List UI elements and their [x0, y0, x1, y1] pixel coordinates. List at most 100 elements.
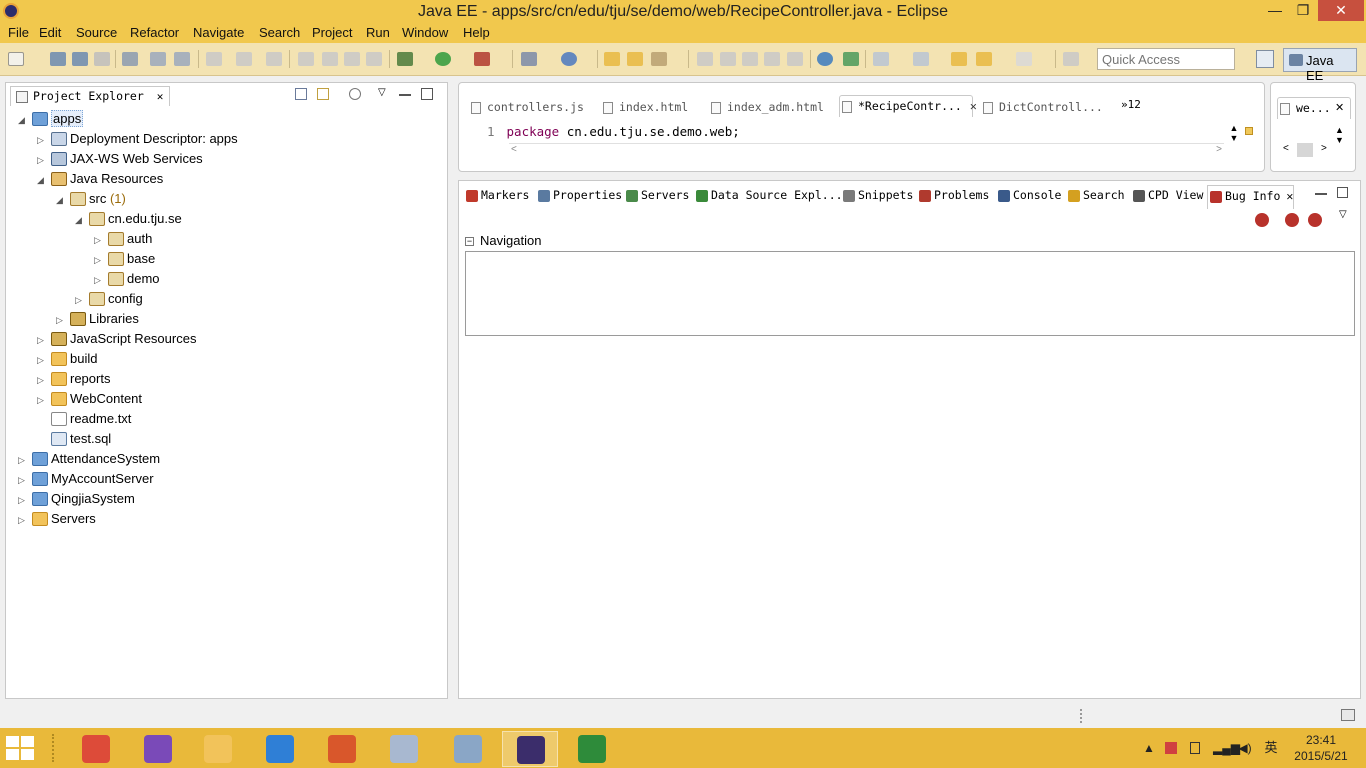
disconnect-icon[interactable] — [366, 52, 382, 66]
open-project-icon[interactable] — [627, 52, 643, 66]
perspective-java-ee-button[interactable]: Java EE — [1283, 48, 1357, 83]
panel-tab[interactable]: Markers — [464, 188, 529, 208]
menu-project[interactable]: Project — [312, 25, 352, 40]
panel-tab[interactable]: CPD View — [1131, 188, 1203, 208]
expanded-arrow-icon[interactable]: ◢ — [56, 190, 66, 210]
quick-access-input[interactable] — [1097, 48, 1235, 70]
collapsed-arrow-icon[interactable]: ▷ — [37, 330, 47, 350]
edit-icon[interactable] — [720, 52, 736, 66]
menu-run[interactable]: Run — [366, 25, 390, 40]
scroll-thumb[interactable] — [1297, 143, 1313, 157]
next-annotation-icon[interactable] — [873, 52, 889, 66]
print-icon[interactable] — [94, 52, 110, 66]
tree-item[interactable]: ▷ JAX-WS Web Services — [37, 149, 203, 169]
tree-item[interactable]: ◢ Java Resources — [37, 169, 163, 189]
menu-source[interactable]: Source — [76, 25, 117, 40]
menu-refactor[interactable]: Refactor — [130, 25, 179, 40]
show-hidden-icons-chevron[interactable]: ▲ — [1142, 742, 1156, 754]
taskbar-app-monitor[interactable] — [440, 731, 496, 767]
editor-tab[interactable]: index.html — [601, 97, 688, 119]
last-edit-icon[interactable] — [951, 52, 967, 66]
taskbar-app-eclipse-java-ee[interactable] — [502, 731, 558, 767]
new-server-icon[interactable] — [521, 52, 537, 66]
overview-ruler-marker[interactable] — [1245, 127, 1253, 135]
collapse-all-icon[interactable] — [295, 88, 307, 100]
minimize-view-icon[interactable] — [399, 88, 411, 96]
paragraph-icon[interactable] — [787, 52, 803, 66]
tree-item[interactable]: ▷ JavaScript Resources — [37, 329, 196, 349]
maximize-view-icon[interactable] — [421, 88, 433, 100]
panel-tab[interactable]: Data Source Expl... — [694, 188, 843, 208]
undo-icon[interactable] — [206, 52, 222, 66]
tree-item[interactable]: ▷ config — [75, 289, 143, 309]
tree-item[interactable]: readme.txt — [37, 409, 131, 429]
tree-item[interactable]: ▷ AttendanceSystem — [18, 449, 160, 469]
tree-item[interactable]: ▷ WebContent — [37, 389, 142, 409]
ime-indicator[interactable]: 英 — [1264, 741, 1278, 754]
power-icon[interactable] — [1190, 742, 1200, 754]
collapsed-arrow-icon[interactable]: ▷ — [37, 150, 47, 170]
collapsed-arrow-icon[interactable]: ▷ — [75, 290, 85, 310]
previous-annotation-icon[interactable] — [913, 52, 929, 66]
panel-tab[interactable]: Console — [996, 188, 1061, 208]
panel-tab[interactable]: Search — [1066, 188, 1125, 208]
scroll-right-icon[interactable]: > — [1321, 143, 1327, 154]
tree-item[interactable]: ◢ src (1) — [56, 189, 126, 209]
taskbar-app-file-explorer[interactable] — [190, 731, 246, 767]
globe-icon[interactable] — [817, 52, 833, 66]
expanded-arrow-icon[interactable]: ◢ — [75, 210, 85, 230]
sync-icon[interactable] — [843, 52, 859, 66]
editor-horizontal-scrollbar[interactable]: < > — [509, 143, 1224, 157]
forward-icon[interactable] — [1016, 52, 1032, 66]
notifications-icon[interactable] — [1341, 709, 1355, 721]
collapsed-arrow-icon[interactable]: ▷ — [18, 510, 28, 530]
editor-vertical-scrollbar[interactable]: ▲ ▼ — [1227, 123, 1241, 145]
tree-item[interactable]: ▷ Servers — [18, 509, 96, 529]
view-menu-chevron-icon[interactable]: ▽ — [378, 88, 390, 100]
panel-tab[interactable]: Bug Info ✕ — [1207, 185, 1295, 209]
taskbar-app-paint[interactable] — [376, 731, 432, 767]
redo-icon[interactable] — [236, 52, 252, 66]
tree-item[interactable]: ▷ build — [37, 349, 97, 369]
menu-navigate[interactable]: Navigate — [193, 25, 244, 40]
vertical-scroll-arrows-icon[interactable]: ▲ ▼ — [1335, 125, 1344, 145]
expanded-arrow-icon[interactable]: ◢ — [37, 170, 47, 190]
menu-search[interactable]: Search — [259, 25, 300, 40]
tree-item[interactable]: ▷ Libraries — [56, 309, 139, 329]
collapsed-arrow-icon[interactable]: ▷ — [94, 270, 104, 290]
debug-icon[interactable] — [397, 52, 413, 66]
maximize-button[interactable]: ❐ — [1290, 0, 1316, 21]
taskbar-app-powerpoint[interactable] — [314, 731, 370, 767]
editor-tab[interactable]: index_adm.html — [709, 97, 824, 119]
run-external-tools-icon[interactable] — [474, 52, 490, 66]
back-icon[interactable] — [976, 52, 992, 66]
navigation-section-header[interactable]: − Navigation — [465, 233, 541, 248]
editor-tab[interactable]: DictControll... — [981, 97, 1103, 119]
close-icon[interactable]: ✕ — [157, 90, 164, 103]
menu-window[interactable]: Window — [402, 25, 448, 40]
terminate-icon[interactable] — [344, 52, 360, 66]
panel-tab[interactable]: Properties — [536, 188, 622, 208]
open-folder-icon[interactable] — [604, 52, 620, 66]
minimize-view-icon[interactable] — [1315, 187, 1327, 195]
volume-icon[interactable]: ◀) — [1238, 742, 1252, 754]
menu-file[interactable]: File — [8, 25, 29, 40]
collapsed-arrow-icon[interactable]: ▷ — [94, 250, 104, 270]
bug-icon[interactable] — [1255, 213, 1269, 227]
tree-item[interactable]: ▷ auth — [94, 229, 152, 249]
run-icon[interactable] — [435, 52, 451, 66]
menu-edit[interactable]: Edit — [39, 25, 61, 40]
tree-item[interactable]: ▷ QingjiaSystem — [18, 489, 135, 509]
toggle-mark-icon[interactable] — [697, 52, 713, 66]
system-clock[interactable]: 23:41 2015/5/21 — [1290, 732, 1352, 764]
open-task-icon[interactable] — [150, 52, 166, 66]
save-icon[interactable] — [50, 52, 66, 66]
taskbar-app-chrome[interactable] — [68, 731, 124, 767]
collapsed-arrow-icon[interactable]: ▷ — [94, 230, 104, 250]
close-icon[interactable]: ✕ — [1286, 189, 1293, 203]
block-selection-icon[interactable] — [742, 52, 758, 66]
tree-item[interactable]: ▷ MyAccountServer — [18, 469, 154, 489]
scroll-left-icon[interactable]: < — [511, 144, 517, 155]
show-whitespace-icon[interactable] — [764, 52, 780, 66]
minimize-button[interactable]: — — [1262, 0, 1288, 21]
